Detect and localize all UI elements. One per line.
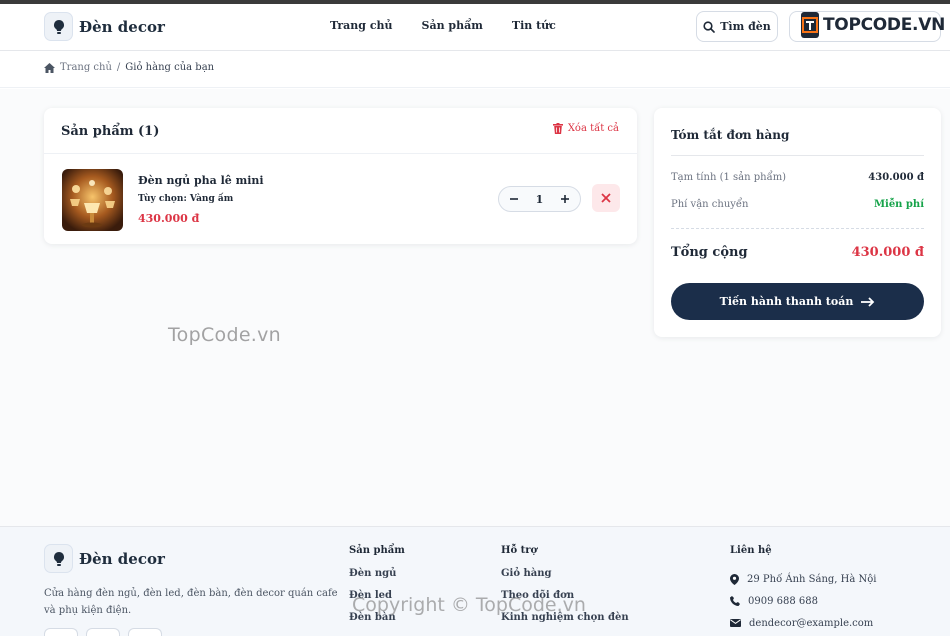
footer-brand[interactable]: Đèn decor	[44, 544, 165, 573]
quantity-stepper: 1	[498, 186, 581, 212]
checkout-label: Tiến hành thanh toán	[719, 295, 854, 308]
summary-divider	[671, 155, 924, 156]
trash-icon	[552, 123, 563, 134]
summary-dashed-divider	[671, 228, 924, 229]
clear-all-button[interactable]: Xóa tất cả	[552, 123, 619, 134]
total-value: 430.000 đ	[851, 245, 924, 260]
footer-link-night-lamp[interactable]: Đèn ngủ	[349, 568, 405, 590]
cart-panel-header: Sản phẩm (1) Xóa tất cả	[44, 108, 637, 154]
cart-item: Đèn ngủ pha lê mini Tùy chọn: Vàng ấm 43…	[44, 154, 637, 244]
minus-icon	[510, 198, 518, 200]
nav-item-home[interactable]: Trang chủ	[330, 19, 393, 32]
cart-title: Sản phẩm (1)	[61, 124, 160, 139]
breadcrumb-bar: Trang chủ / Giỏ hàng của bạn	[0, 52, 950, 88]
watermark-center: TopCode.vn	[168, 324, 282, 346]
search-button-label: Tìm đèn	[720, 20, 771, 33]
footer-products-column: Sản phẩm Đèn ngủ Đèn led Đèn bàn	[349, 545, 405, 634]
breadcrumb-current: Giỏ hàng của bạn	[125, 62, 215, 73]
total-row: Tổng cộng 430.000 đ	[671, 245, 924, 260]
increase-quantity-button[interactable]	[558, 192, 572, 206]
footer-brand-name: Đèn decor	[79, 549, 165, 568]
topcode-logo-text: TOPCODE.VN	[823, 15, 946, 35]
footer-email-text[interactable]: dendecor@example.com	[749, 618, 873, 629]
brand-name: Đèn decor	[79, 17, 165, 36]
product-name[interactable]: Đèn ngủ pha lê mini	[138, 174, 264, 187]
brand-logo[interactable]: Đèn decor	[44, 12, 165, 41]
subtotal-value: 430.000 đ	[868, 172, 924, 183]
footer-contact-column: Liên hệ 29 Phố Ánh Sáng, Hà Nội 0909 688…	[730, 545, 877, 634]
footer-social-links	[44, 628, 162, 636]
subtotal-label: Tạm tính (1 sản phẩm)	[671, 172, 787, 183]
social-button-3[interactable]	[128, 628, 162, 636]
phone-icon	[730, 596, 740, 606]
main-nav: Trang chủ Sản phẩm Tin tức	[330, 19, 556, 32]
watermark-copyright: Copyright © TopCode.vn	[352, 594, 586, 616]
clear-all-label: Xóa tất cả	[567, 123, 619, 134]
breadcrumb: Trang chủ / Giỏ hàng của bạn	[44, 62, 214, 73]
product-price: 430.000 đ	[138, 212, 200, 225]
summary-title: Tóm tắt đơn hàng	[671, 128, 790, 142]
breadcrumb-separator: /	[116, 62, 121, 73]
topcode-logo-icon	[801, 12, 819, 38]
decrease-quantity-button[interactable]	[507, 192, 521, 206]
footer-address: 29 Phố Ánh Sáng, Hà Nội	[730, 568, 877, 590]
home-icon	[44, 62, 55, 73]
product-thumbnail[interactable]	[62, 169, 123, 231]
shipping-row: Phí vận chuyển Miễn phí	[671, 199, 924, 210]
social-button-1[interactable]	[44, 628, 78, 636]
footer-phone: 0909 688 688	[730, 590, 877, 612]
lightbulb-icon	[44, 544, 73, 573]
shipping-value: Miễn phí	[873, 199, 924, 210]
total-label: Tổng cộng	[671, 245, 748, 260]
lightbulb-icon	[44, 12, 73, 41]
footer-phone-text[interactable]: 0909 688 688	[748, 596, 818, 607]
order-summary-panel: Tóm tắt đơn hàng Tạm tính (1 sản phẩm) 4…	[654, 108, 941, 337]
plus-icon	[561, 195, 569, 203]
site-footer: Đèn decor Cửa hàng đèn ngủ, đèn led, đèn…	[0, 526, 950, 636]
cart-panel: Sản phẩm (1) Xóa tất cả Đèn ngủ pha lê m…	[44, 108, 637, 244]
breadcrumb-home[interactable]: Trang chủ	[60, 62, 112, 73]
footer-description: Cửa hàng đèn ngủ, đèn led, đèn bàn, đèn …	[44, 588, 338, 616]
footer-contact-heading: Liên hệ	[730, 545, 772, 556]
topcode-logo-watermark: TOPCODE.VN	[801, 10, 945, 40]
footer-link-cart[interactable]: Giỏ hàng	[501, 568, 629, 590]
nav-item-news[interactable]: Tin tức	[512, 19, 556, 32]
search-button[interactable]: Tìm đèn	[696, 11, 778, 42]
footer-products-heading: Sản phẩm	[349, 545, 405, 556]
close-icon	[601, 193, 611, 203]
subtotal-row: Tạm tính (1 sản phẩm) 430.000 đ	[671, 172, 924, 183]
footer-support-heading: Hỗ trợ	[501, 545, 538, 556]
shipping-label: Phí vận chuyển	[671, 199, 749, 210]
nav-item-products[interactable]: Sản phẩm	[422, 19, 483, 32]
footer-email: dendecor@example.com	[730, 612, 877, 634]
footer-support-column: Hỗ trợ Giỏ hàng Theo dõi đơn Kinh nghiệm…	[501, 545, 629, 634]
arrow-right-icon	[861, 296, 875, 307]
footer-address-text: 29 Phố Ánh Sáng, Hà Nội	[747, 573, 877, 585]
envelope-icon	[730, 619, 741, 627]
checkout-button[interactable]: Tiến hành thanh toán	[671, 283, 924, 320]
quantity-value[interactable]: 1	[536, 193, 544, 206]
remove-item-button[interactable]	[592, 184, 620, 212]
search-icon	[703, 20, 716, 33]
social-button-2[interactable]	[86, 628, 120, 636]
product-option: Tùy chọn: Vàng ấm	[138, 194, 234, 204]
location-pin-icon	[730, 573, 739, 585]
